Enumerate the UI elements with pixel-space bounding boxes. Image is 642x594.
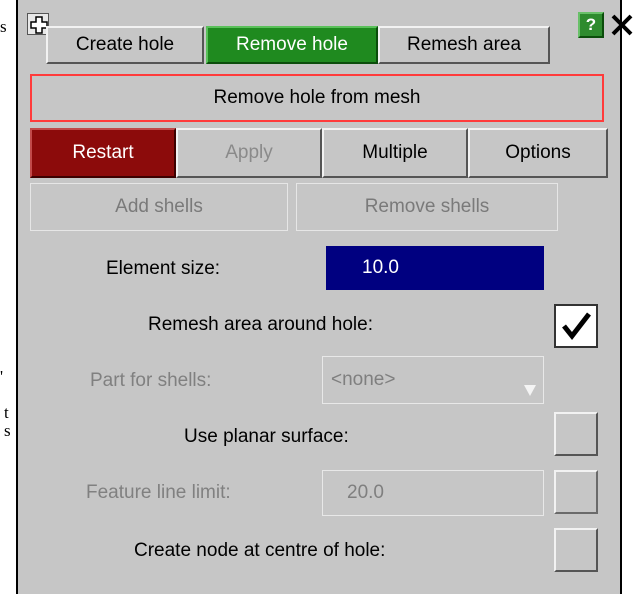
restart-button[interactable]: Restart [30,128,176,178]
tab-label: Remesh area [406,34,522,55]
part-for-shells-label: Part for shells: [90,370,212,391]
element-size-label: Element size: [106,258,221,279]
restart-label: Restart [72,142,134,163]
planar-surface-label: Use planar surface: [184,426,349,447]
feature-line-limit-checkbox[interactable] [554,470,598,514]
tab-remesh-area[interactable]: Remesh area [378,26,550,64]
create-node-checkbox[interactable] [554,528,598,572]
feature-line-limit-input[interactable]: 20.0 [322,470,544,516]
element-size-value: 10.0 [362,257,399,278]
planar-surface-checkbox[interactable] [554,412,598,456]
apply-button[interactable]: Apply [176,128,322,178]
close-button[interactable] [609,12,635,38]
add-shells-button[interactable]: Add shells [30,183,288,231]
tab-label: Create hole [75,34,175,55]
options-label: Options [505,142,571,163]
part-for-shells-select[interactable]: <none> [322,356,544,404]
create-node-label: Create node at centre of hole: [134,540,386,561]
apply-label: Apply [225,142,273,163]
background-text: s [4,421,11,440]
close-icon [611,14,633,36]
checkmark-icon [562,312,591,341]
multiple-label: Multiple [362,142,428,163]
remesh-area-label: Remesh area around hole: [148,314,373,335]
options-button[interactable]: Options [468,128,608,178]
add-shells-label: Add shells [115,196,203,217]
background-text: ' [0,367,4,386]
panel-title: Remove hole from mesh [30,74,604,122]
dropdown-arrow-icon [524,385,536,396]
tab-create-hole[interactable]: Create hole [46,26,204,64]
background-text: t [4,403,9,422]
help-button[interactable]: ? [578,12,604,38]
feature-line-limit-label: Feature line limit: [86,482,231,503]
panel-title-text: Remove hole from mesh [213,87,421,108]
feature-line-limit-value: 20.0 [347,482,384,503]
remove-shells-label: Remove shells [364,196,490,217]
help-icon: ? [585,15,597,34]
tab-remove-hole[interactable]: Remove hole [206,26,378,64]
element-size-input[interactable]: 10.0 [326,246,544,290]
part-for-shells-value: <none> [331,369,396,390]
remove-shells-button[interactable]: Remove shells [296,183,558,231]
background-text: s [0,17,7,36]
tab-label: Remove hole [236,34,348,55]
multiple-button[interactable]: Multiple [322,128,468,178]
remesh-area-checkbox[interactable] [554,304,598,348]
